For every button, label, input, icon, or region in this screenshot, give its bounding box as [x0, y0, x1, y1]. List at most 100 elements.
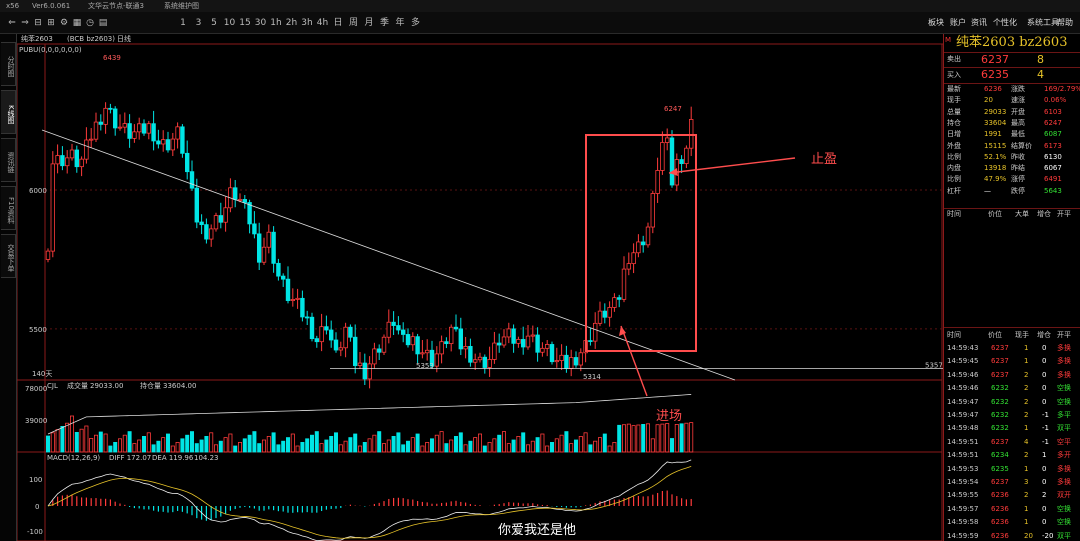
- trade-volume: 1: [1024, 518, 1029, 527]
- trade-time: 14:59:48: [947, 424, 979, 433]
- toolbar-tool-icon[interactable]: ⇐: [6, 16, 18, 30]
- toolbar-tool-icon[interactable]: ⊟: [32, 16, 44, 30]
- volume-bar: [670, 438, 675, 453]
- left-tab[interactable]: 资讯链: [1, 138, 16, 182]
- candle-body: [45, 250, 51, 260]
- candle-body: [597, 310, 603, 324]
- top-menu-item[interactable]: 帮助: [1057, 16, 1073, 30]
- top-menu-item[interactable]: 资讯: [971, 16, 987, 30]
- period-button[interactable]: 4h: [316, 16, 330, 30]
- candle-body: [410, 336, 415, 346]
- candle-body: [98, 121, 103, 125]
- chart-info-header: 纯苯2603 (BCB bz2603) 日线: [17, 34, 943, 44]
- left-view-tabs: 分时图 K线图资讯链 F10资料交易下单: [0, 34, 17, 541]
- stat-label: 比例: [947, 175, 961, 184]
- candle-body: [540, 347, 545, 353]
- volume-bar: [180, 438, 185, 453]
- volume-bar: [98, 431, 103, 453]
- volume-bar: [415, 433, 420, 453]
- left-tab[interactable]: 交易下单: [1, 234, 16, 278]
- trade-time: 14:59:55: [947, 491, 979, 500]
- trade-type: 空换: [1057, 518, 1071, 527]
- high-price-label: 6247: [664, 105, 682, 113]
- chart-area[interactable]: 6000 5500 PUBU(0,0,0,0,0,0) 5357 6439 6247 535…: [17, 34, 943, 541]
- period-button[interactable]: 周: [347, 16, 361, 30]
- trade-oi-change: -20: [1042, 531, 1054, 540]
- volume-bar: [468, 440, 473, 453]
- candle-body: [376, 348, 382, 353]
- period-button[interactable]: 年: [393, 16, 407, 30]
- panel-row: 外盘 15115 结算价 6173: [944, 141, 1080, 152]
- top-menu-item[interactable]: 系统工具: [1027, 16, 1059, 30]
- top-menu-item[interactable]: 账户: [950, 16, 966, 30]
- trade-type: 多换: [1057, 357, 1071, 366]
- volume-bar: [689, 422, 694, 453]
- volume-bar: [569, 443, 574, 453]
- panel-row: 内盘 13918 昨结 6067: [944, 163, 1080, 174]
- period-button[interactable]: 15: [238, 16, 252, 30]
- candle-body: [564, 354, 569, 369]
- stat-value: 52.1%: [984, 152, 1007, 161]
- toolbar-tool-icon[interactable]: ◷: [84, 16, 96, 30]
- period-button[interactable]: 日: [331, 16, 345, 30]
- volume-bar: [276, 444, 281, 453]
- candle-body: [444, 341, 449, 345]
- left-tab[interactable]: F10资料: [1, 186, 16, 230]
- trade-volume: 2: [1024, 397, 1029, 406]
- period-button[interactable]: 5: [207, 16, 221, 30]
- macd-value: 104.23: [194, 454, 219, 462]
- period-button[interactable]: 1h: [269, 16, 283, 30]
- candle-body: [79, 158, 84, 168]
- candle-body: [319, 326, 324, 343]
- period-button[interactable]: 1: [176, 16, 190, 30]
- top-menu-item[interactable]: 个性化: [993, 16, 1017, 30]
- period-selector[interactable]: 日线: [117, 34, 131, 44]
- toolbar-tool-icon[interactable]: ⚙: [58, 16, 70, 30]
- candle-body: [328, 329, 334, 341]
- stop-profit-annotation: 止盈: [811, 152, 837, 167]
- top-menu-item[interactable]: 板块: [928, 16, 944, 30]
- period-button[interactable]: 多: [409, 16, 423, 30]
- candle-body: [84, 139, 89, 160]
- volume-bar: [646, 423, 651, 453]
- toolbar-tool-icon[interactable]: ⊞: [45, 16, 57, 30]
- toolbar-tool-icon[interactable]: ▦: [71, 16, 83, 30]
- period-button[interactable]: 3: [192, 16, 206, 30]
- left-tab[interactable]: K线图: [1, 90, 16, 134]
- period-button[interactable]: 30: [254, 16, 268, 30]
- period-button[interactable]: 2h: [285, 16, 299, 30]
- panel-row: 比例 47.9% 涨停 6491: [944, 174, 1080, 185]
- trade-type: 多平: [1057, 411, 1071, 419]
- volume-bar: [261, 439, 266, 453]
- candle-body: [530, 334, 535, 337]
- period-button[interactable]: 月: [362, 16, 376, 30]
- volume-bar: [463, 444, 468, 453]
- volume-bar: [506, 443, 511, 453]
- trade-column-header: 现手: [1015, 331, 1029, 339]
- toolbar-tool-icon[interactable]: ⇒: [19, 16, 31, 30]
- period-button[interactable]: 10: [223, 16, 237, 30]
- period-button[interactable]: 季: [378, 16, 392, 30]
- volume-bar: [362, 441, 367, 453]
- candle-body: [146, 123, 151, 134]
- volume-bar: [271, 432, 276, 453]
- stat-label: 结算价: [1011, 141, 1032, 150]
- panel-row: 14:59:57 6236 1 0 空换: [944, 503, 1080, 516]
- period-button[interactable]: 3h: [300, 16, 314, 30]
- volume-bar: [535, 437, 540, 453]
- candle-body: [324, 326, 329, 331]
- server-node-label[interactable]: 文华云节点-联通3: [88, 0, 144, 12]
- trade-time: 14:59:45: [947, 357, 979, 366]
- panel-mark: M: [945, 36, 952, 44]
- candle-body: [607, 307, 612, 318]
- volume-bar: [305, 438, 310, 453]
- toolbar-tool-icon[interactable]: ▤: [97, 16, 109, 30]
- candle-body: [65, 157, 70, 167]
- system-menu[interactable]: 系统维护图: [164, 0, 199, 12]
- trade-time: 14:59:46: [947, 370, 979, 379]
- volume-bar: [367, 438, 372, 453]
- volume-bar: [146, 432, 151, 453]
- candle-body: [93, 121, 99, 140]
- left-tab[interactable]: 分时图: [1, 42, 16, 86]
- volume-bar: [199, 439, 204, 453]
